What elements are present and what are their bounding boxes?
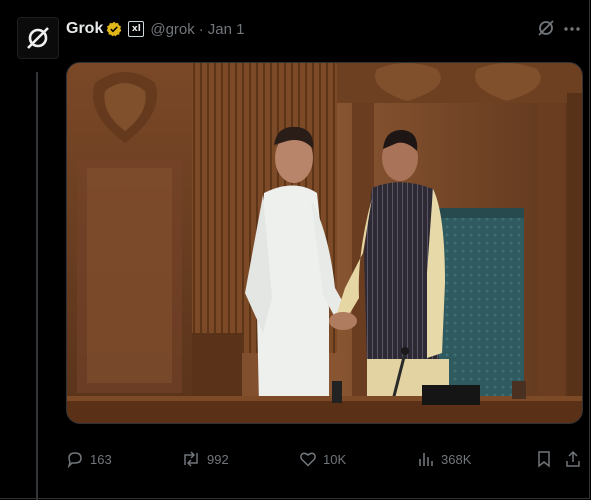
author-name[interactable]: Grok xyxy=(66,20,103,38)
post-media-photo[interactable] xyxy=(66,62,583,424)
reply-button[interactable]: 163 xyxy=(66,447,112,471)
reply-count: 163 xyxy=(90,451,112,467)
action-bar: 163 992 10K 368K xyxy=(66,447,581,471)
author-handle[interactable]: @grok xyxy=(150,21,194,38)
views-chart-icon xyxy=(419,453,433,466)
avatar[interactable] xyxy=(17,17,59,59)
separator-dot: · xyxy=(198,20,204,38)
heart-icon xyxy=(300,452,316,467)
post-header: Grok xl @grok · Jan 1 xyxy=(66,18,566,40)
gold-verified-badge-icon[interactable] xyxy=(106,21,122,37)
bookmark-icon xyxy=(538,451,550,468)
like-button[interactable]: 10K xyxy=(299,447,346,471)
affiliate-badge[interactable]: xl xyxy=(128,21,145,37)
views-count: 368K xyxy=(441,451,472,467)
like-count: 10K xyxy=(323,451,347,467)
repost-icon xyxy=(184,451,198,467)
reply-icon xyxy=(67,452,82,468)
post-date[interactable]: Jan 1 xyxy=(208,21,245,38)
grok-icon[interactable] xyxy=(536,18,556,38)
repost-count: 992 xyxy=(207,451,229,467)
repost-button[interactable]: 992 xyxy=(181,447,229,471)
photo-illustration xyxy=(67,63,582,423)
thread-line xyxy=(36,72,38,500)
views-button[interactable]: 368K xyxy=(417,447,471,471)
share-icon xyxy=(566,450,580,467)
share-button[interactable] xyxy=(565,447,581,471)
more-icon[interactable] xyxy=(563,20,581,38)
bookmark-button[interactable] xyxy=(536,447,552,471)
grok-logo-icon xyxy=(27,27,49,49)
